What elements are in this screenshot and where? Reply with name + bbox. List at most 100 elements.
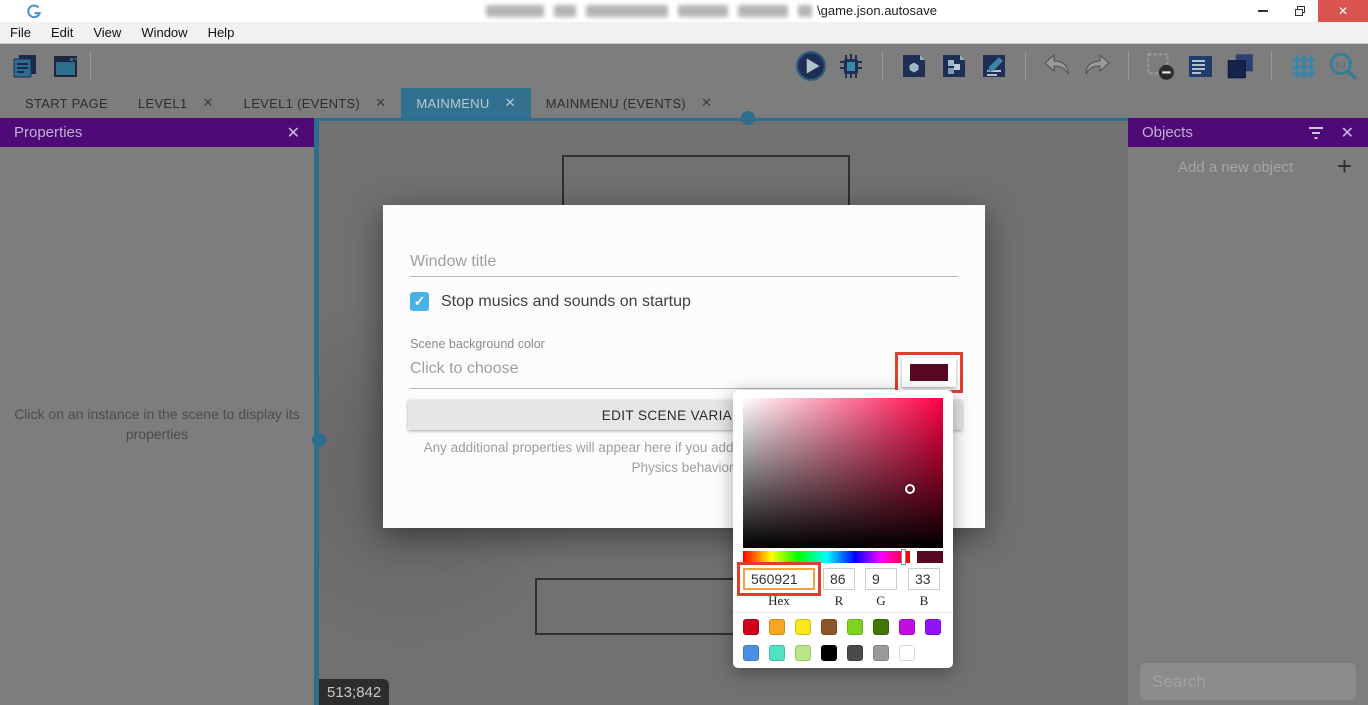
objects-panel: Objects ✕ Add a new object + bbox=[1128, 118, 1368, 705]
hue-slider-handle[interactable] bbox=[901, 549, 906, 565]
preset-color-swatch[interactable] bbox=[821, 619, 837, 635]
tab-start-page[interactable]: START PAGE bbox=[10, 88, 123, 118]
titlebar-filename: \game.json.autosave bbox=[817, 3, 937, 18]
scene-editor-icon[interactable] bbox=[48, 49, 82, 83]
titlebar: \game.json.autosave ✕ bbox=[0, 0, 1368, 22]
preset-color-swatch[interactable] bbox=[847, 645, 863, 661]
scene-properties-icon[interactable] bbox=[977, 49, 1011, 83]
hex-input[interactable] bbox=[743, 568, 815, 590]
zoom-1-1-icon[interactable]: 1:1 bbox=[1326, 49, 1360, 83]
g-field-label: G bbox=[876, 593, 885, 609]
titlebar-redacted-path bbox=[486, 5, 812, 17]
play-icon[interactable] bbox=[794, 49, 828, 83]
menu-file[interactable]: File bbox=[0, 22, 41, 44]
tab-level1[interactable]: LEVEL1 ✕ bbox=[123, 88, 229, 118]
add-object-label: Add a new object bbox=[1178, 159, 1293, 176]
preset-color-swatch[interactable] bbox=[873, 645, 889, 661]
preset-color-swatch[interactable] bbox=[743, 645, 759, 661]
restore-button[interactable] bbox=[1281, 0, 1318, 22]
properties-panel: Properties ✕ Click on an instance in the… bbox=[0, 118, 314, 705]
preset-color-swatch[interactable] bbox=[795, 645, 811, 661]
divider-handle[interactable] bbox=[741, 111, 755, 125]
preset-color-swatch[interactable] bbox=[899, 645, 915, 661]
objects-panel-header: Objects ✕ bbox=[1128, 118, 1368, 147]
current-color-preview bbox=[917, 551, 943, 563]
green-input[interactable] bbox=[865, 568, 897, 590]
menu-window[interactable]: Window bbox=[131, 22, 197, 44]
r-field-label: R bbox=[835, 593, 844, 609]
field-underline bbox=[410, 388, 895, 389]
project-manager-icon[interactable] bbox=[8, 49, 42, 83]
scene-background-value[interactable]: Click to choose bbox=[410, 360, 519, 378]
close-icon[interactable]: ✕ bbox=[287, 123, 300, 143]
tab-close-icon[interactable]: ✕ bbox=[701, 95, 712, 111]
tab-label: MAINMENU (EVENTS) bbox=[546, 96, 686, 111]
red-input[interactable] bbox=[823, 568, 855, 590]
menu-edit[interactable]: Edit bbox=[41, 22, 83, 44]
annotation-highlight bbox=[895, 352, 963, 393]
gdevelop-logo-icon bbox=[26, 3, 42, 19]
divider-handle[interactable] bbox=[312, 433, 326, 447]
tab-label: LEVEL1 (EVENTS) bbox=[244, 96, 361, 111]
stop-sounds-checkbox[interactable]: ✓ bbox=[410, 292, 429, 311]
debug-icon[interactable] bbox=[834, 49, 868, 83]
preset-color-swatch[interactable] bbox=[899, 619, 915, 635]
saturation-cursor[interactable] bbox=[905, 484, 915, 494]
window-title-field[interactable] bbox=[410, 247, 958, 277]
instances-list-icon[interactable] bbox=[1183, 49, 1217, 83]
toolbar-separator bbox=[1128, 52, 1129, 80]
filter-icon[interactable] bbox=[1307, 126, 1325, 140]
checkmark-icon: ✓ bbox=[414, 293, 426, 310]
undo-icon[interactable] bbox=[1040, 49, 1074, 83]
preset-color-swatch[interactable] bbox=[847, 619, 863, 635]
tab-close-icon[interactable]: ✕ bbox=[375, 95, 386, 111]
menu-help[interactable]: Help bbox=[198, 22, 245, 44]
b-field-label: B bbox=[920, 593, 929, 609]
object-groups-icon[interactable] bbox=[937, 49, 971, 83]
tab-level1-events[interactable]: LEVEL1 (EVENTS) ✕ bbox=[229, 88, 402, 118]
preset-color-swatch[interactable] bbox=[743, 619, 759, 635]
preset-color-swatch[interactable] bbox=[795, 619, 811, 635]
close-button[interactable]: ✕ bbox=[1318, 0, 1368, 22]
grid-icon[interactable] bbox=[1286, 49, 1320, 83]
saturation-area[interactable] bbox=[743, 398, 943, 548]
redo-icon[interactable] bbox=[1080, 49, 1114, 83]
tab-mainmenu[interactable]: MAINMENU ✕ bbox=[401, 88, 530, 118]
menu-view[interactable]: View bbox=[83, 22, 131, 44]
toolbar: 1:1 bbox=[0, 44, 1368, 88]
properties-panel-title: Properties bbox=[14, 124, 82, 141]
add-object-row[interactable]: Add a new object + bbox=[1128, 147, 1368, 187]
preset-swatch-row bbox=[743, 645, 915, 661]
properties-panel-header: Properties ✕ bbox=[0, 118, 314, 147]
tab-close-icon[interactable]: ✕ bbox=[202, 95, 213, 111]
objects-search-input[interactable] bbox=[1152, 672, 1368, 692]
toolbar-separator bbox=[1271, 52, 1272, 80]
tab-label: LEVEL1 bbox=[138, 96, 188, 111]
objects-search-box[interactable] bbox=[1140, 663, 1356, 700]
layers-icon[interactable] bbox=[1223, 49, 1257, 83]
toggle-mask-icon[interactable] bbox=[1143, 49, 1177, 83]
preset-color-swatch[interactable] bbox=[769, 619, 785, 635]
svg-text:1:1: 1:1 bbox=[1335, 60, 1346, 69]
preset-color-swatch[interactable] bbox=[873, 619, 889, 635]
restore-icon bbox=[1294, 5, 1306, 17]
blue-input[interactable] bbox=[908, 568, 940, 590]
properties-empty-message: Click on an instance in the scene to dis… bbox=[12, 404, 302, 444]
close-icon[interactable]: ✕ bbox=[1341, 123, 1354, 143]
tab-close-icon[interactable]: ✕ bbox=[505, 95, 516, 111]
preset-color-swatch[interactable] bbox=[769, 645, 785, 661]
scene-background-swatch-button[interactable] bbox=[902, 358, 956, 387]
scene-background-swatch-color bbox=[910, 364, 948, 381]
add-icon[interactable]: + bbox=[1337, 151, 1352, 182]
tab-mainmenu-events[interactable]: MAINMENU (EVENTS) ✕ bbox=[531, 88, 727, 118]
objects-editor-icon[interactable] bbox=[897, 49, 931, 83]
preset-swatch-row bbox=[743, 619, 941, 635]
minimize-button[interactable] bbox=[1244, 0, 1281, 22]
close-icon: ✕ bbox=[1338, 4, 1348, 18]
scene-background-label: Scene background color bbox=[410, 337, 545, 351]
minimize-icon bbox=[1258, 10, 1268, 12]
preset-color-swatch[interactable] bbox=[821, 645, 837, 661]
preset-color-swatch[interactable] bbox=[925, 619, 941, 635]
stop-sounds-label: Stop musics and sounds on startup bbox=[441, 293, 691, 311]
hex-field-label: Hex bbox=[768, 593, 790, 609]
